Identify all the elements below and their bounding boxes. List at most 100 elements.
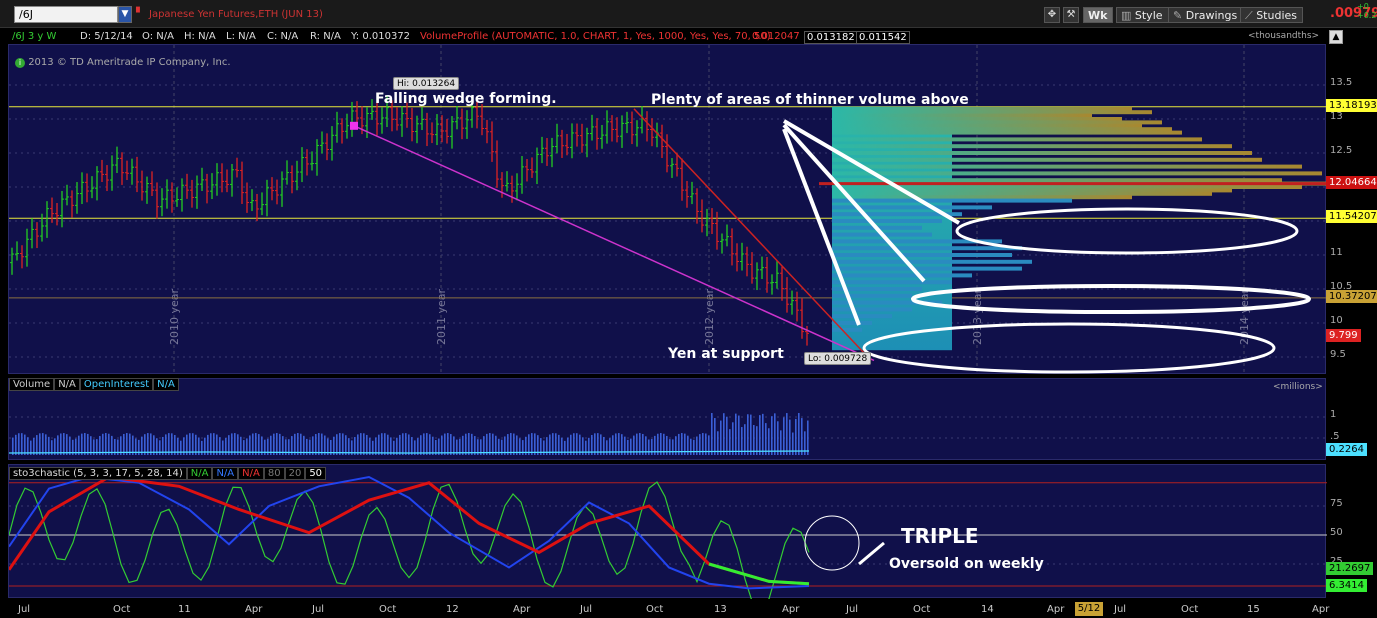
volume-bar	[387, 434, 389, 455]
drawings-label: Drawings	[1185, 9, 1238, 22]
stoch-value-2: N/A	[212, 467, 239, 480]
stochastic-pane[interactable]: sto3chastic (5, 3, 3, 17, 5, 28, 14) N/A N…	[8, 464, 1327, 599]
stochastic-slow-line	[9, 475, 810, 590]
profile-bar	[832, 151, 1252, 155]
volume-bar	[84, 433, 86, 455]
volume-bar	[426, 433, 428, 455]
high-tag: Hi: 0.013264	[393, 77, 460, 90]
price-axis-tick: 12.5	[1330, 145, 1353, 156]
volume-bar	[795, 418, 797, 455]
volume-bar	[564, 440, 566, 455]
stochastic-axis-tick: 75	[1330, 498, 1343, 509]
volume-bar	[669, 439, 671, 455]
stochastic-axis-tick: 50	[1330, 527, 1343, 538]
volume-bar	[723, 413, 725, 455]
profile-bar	[832, 171, 1322, 176]
volume-bar	[534, 433, 536, 455]
volume-bar	[753, 425, 755, 455]
wrench-icon[interactable]: ⚒	[1063, 7, 1079, 23]
volume-bar	[126, 433, 128, 455]
year-label: 2013 year	[971, 288, 984, 345]
percent-change: +0.2	[1357, 11, 1377, 20]
volume-bar	[345, 435, 347, 455]
oversold-annotation: Oversold on weekly	[889, 556, 1044, 572]
time-axis-tick: 11	[178, 604, 191, 615]
volume-bar	[444, 433, 446, 455]
studies-label: Studies	[1256, 9, 1298, 22]
volume-bar	[648, 439, 650, 455]
volume-bar	[492, 433, 494, 455]
volume-bar	[783, 417, 785, 455]
volume-label[interactable]: Volume	[9, 378, 55, 391]
time-axis-tick: Apr	[1312, 604, 1330, 615]
year-label: 2012 year	[703, 288, 716, 345]
chart-info-bar: /6J 3 y W D: 5/12/14 O: N/A H: N/A L: N/…	[8, 30, 1326, 44]
wedge-annotation: Falling wedge forming.	[375, 91, 557, 107]
support-annotation: Yen at support	[668, 346, 784, 362]
net-change: +0	[1357, 2, 1369, 11]
aggregation-button[interactable]: Wk	[1083, 7, 1114, 23]
time-axis-tick: Apr	[245, 604, 263, 615]
volume-bar	[24, 434, 26, 455]
info-date: D: 5/12/14	[80, 31, 133, 42]
info-range: R: N/A	[310, 31, 341, 42]
oi-label[interactable]: OpenInterest	[79, 378, 154, 391]
volume-bar	[714, 418, 716, 455]
volume-bar	[513, 433, 515, 455]
volume-bar	[765, 423, 767, 455]
low-tag: Lo: 0.009728	[804, 352, 872, 365]
studies-button[interactable]: ⟋ Studies	[1240, 7, 1304, 23]
info-open: O: N/A	[142, 31, 174, 42]
volume-bar	[693, 439, 695, 455]
symbol-input[interactable]: /6J	[14, 6, 118, 23]
volume-bar	[471, 433, 473, 455]
volume-bar	[750, 414, 752, 455]
volume-bar	[486, 433, 488, 455]
collapse-icon[interactable]: ▲	[1329, 30, 1343, 44]
flag-icon[interactable]: ▘	[136, 9, 145, 19]
stoch-value-6: 50	[305, 467, 327, 480]
volume-bar	[294, 433, 296, 455]
volume-pane[interactable]: Volume N/A OpenInterest N/A	[8, 378, 1327, 460]
drawings-button[interactable]: ✎ Drawings	[1168, 7, 1244, 23]
volume-bar	[57, 435, 59, 455]
profile-bar	[832, 178, 1282, 183]
volume-profile-label[interactable]: VolumeProfile (AUTOMATIC, 1.0, CHART, 1,…	[420, 31, 771, 42]
time-axis-tick: 13	[714, 604, 727, 615]
volume-bar	[336, 434, 338, 455]
price-axis-tick: 13	[1330, 111, 1343, 122]
volume-bar	[366, 434, 368, 455]
volume-bar	[585, 440, 587, 455]
style-button[interactable]: ▥ Style	[1116, 7, 1169, 23]
volume-bar	[627, 439, 629, 455]
volume-bar	[102, 433, 104, 455]
volume-bar	[21, 433, 23, 455]
stochastic-label[interactable]: sto3chastic (5, 3, 3, 17, 5, 28, 14)	[9, 467, 187, 480]
volume-bar	[363, 433, 365, 455]
stoch-value-1: N/A	[186, 467, 213, 480]
volume-bar	[321, 433, 323, 455]
volume-bar	[450, 434, 452, 455]
time-axis-tick: Oct	[646, 604, 664, 615]
pencil-icon: ✎	[1173, 9, 1186, 22]
time-axis-tick: Jul	[312, 604, 325, 615]
vp-value-3: 0.011542	[856, 31, 910, 44]
time-axis-tick: Apr	[782, 604, 800, 615]
volume-bar	[42, 433, 44, 455]
profile-bar	[832, 327, 862, 332]
price-badge: 12.04664	[1326, 175, 1377, 189]
stochastic-chart	[9, 475, 1327, 599]
volume-bar	[606, 440, 608, 455]
symbol-dropdown-chevron-icon[interactable]: ▼	[118, 6, 132, 23]
price-pane[interactable]: 2010 year 2011 year 2012 year 2013 year 2014…	[8, 44, 1327, 375]
style-label: Style	[1134, 9, 1163, 22]
volume-chart	[9, 413, 1327, 455]
volume-bar	[318, 433, 320, 455]
oversold-highlight-line	[708, 562, 810, 586]
vp-value-1: 0.012047	[752, 31, 800, 42]
volume-bar	[696, 436, 698, 455]
crosshair-icon[interactable]: ✥	[1044, 7, 1060, 23]
stoch-value-5: 20	[284, 467, 306, 480]
style-icon: ▥	[1121, 9, 1135, 22]
trendline-anchor	[350, 121, 358, 130]
